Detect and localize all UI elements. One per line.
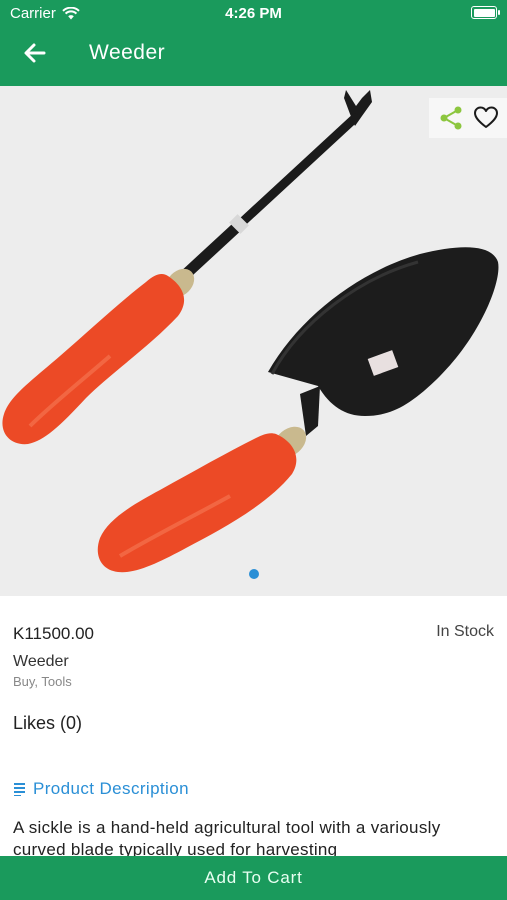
share-icon[interactable] <box>438 105 464 131</box>
product-name: Weeder <box>13 653 69 670</box>
carousel-dot-active[interactable] <box>248 569 259 579</box>
likes-count[interactable]: Likes (0) <box>13 713 82 734</box>
battery-icon <box>471 6 500 19</box>
status-time: 4:26 PM <box>225 5 282 22</box>
heart-outline-icon[interactable] <box>473 105 499 131</box>
carousel-dots <box>0 569 507 579</box>
description-heading: Product Description <box>13 779 189 799</box>
product-categories: Buy, Tools <box>13 674 72 689</box>
app-header: Carrier 4:26 PM Weeder <box>0 0 507 86</box>
image-actions <box>429 98 507 138</box>
arrow-left-icon[interactable] <box>22 40 48 66</box>
add-to-cart-button[interactable]: Add To Cart <box>0 856 507 900</box>
nav-bar: Weeder <box>0 36 507 70</box>
product-image <box>2 90 499 573</box>
page-title: Weeder <box>89 41 166 64</box>
product-price: K11500.00 <box>13 624 94 643</box>
description-text: A sickle is a hand-held agricultural too… <box>13 818 441 859</box>
product-details: K11500.00 In Stock Weeder Buy, Tools Lik… <box>0 596 507 859</box>
description-heading-label: Product Description <box>33 779 189 798</box>
product-gallery[interactable] <box>0 86 507 596</box>
list-icon <box>14 783 25 796</box>
stock-status: In Stock <box>436 623 494 640</box>
status-bar: Carrier 4:26 PM <box>0 0 507 28</box>
